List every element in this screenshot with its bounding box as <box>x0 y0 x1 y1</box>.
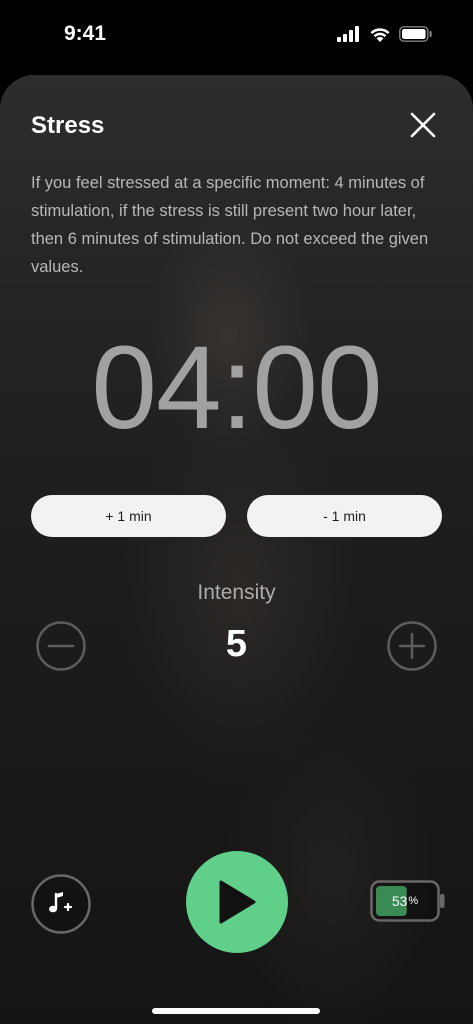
subtract-minute-button[interactable]: - 1 min <box>247 495 442 537</box>
close-button[interactable] <box>409 111 437 139</box>
cellular-signal-icon <box>337 26 359 42</box>
device-battery-text: 53% <box>370 880 440 922</box>
status-icons <box>337 26 433 42</box>
device-battery-value: 53 <box>391 893 408 909</box>
intensity-label: Intensity <box>197 581 276 604</box>
timer-display: 04:00 <box>91 322 382 454</box>
app-screen: 9:41 Stress If you feel stressed at a sp… <box>0 0 473 1024</box>
add-minute-button[interactable]: + 1 min <box>31 495 226 537</box>
program-sheet: Stress If you feel stressed at a specifi… <box>0 75 473 1024</box>
status-bar: 9:41 <box>0 0 473 72</box>
close-icon <box>410 112 436 138</box>
add-music-button[interactable] <box>31 874 91 934</box>
battery-icon <box>399 26 432 42</box>
wifi-icon <box>370 28 390 42</box>
description-text: If you feel stressed at a specific momen… <box>31 174 429 276</box>
increase-intensity-button[interactable] <box>387 621 437 671</box>
device-battery-unit: % <box>408 895 419 907</box>
home-indicator <box>152 1008 320 1014</box>
music-add-icon <box>31 874 91 934</box>
plus-circle-icon <box>387 621 437 671</box>
device-battery-indicator: 53% <box>370 880 446 922</box>
play-button[interactable] <box>186 851 288 953</box>
sheet-title: Stress <box>31 112 105 139</box>
play-icon <box>219 880 256 924</box>
status-time: 9:41 <box>64 22 107 45</box>
